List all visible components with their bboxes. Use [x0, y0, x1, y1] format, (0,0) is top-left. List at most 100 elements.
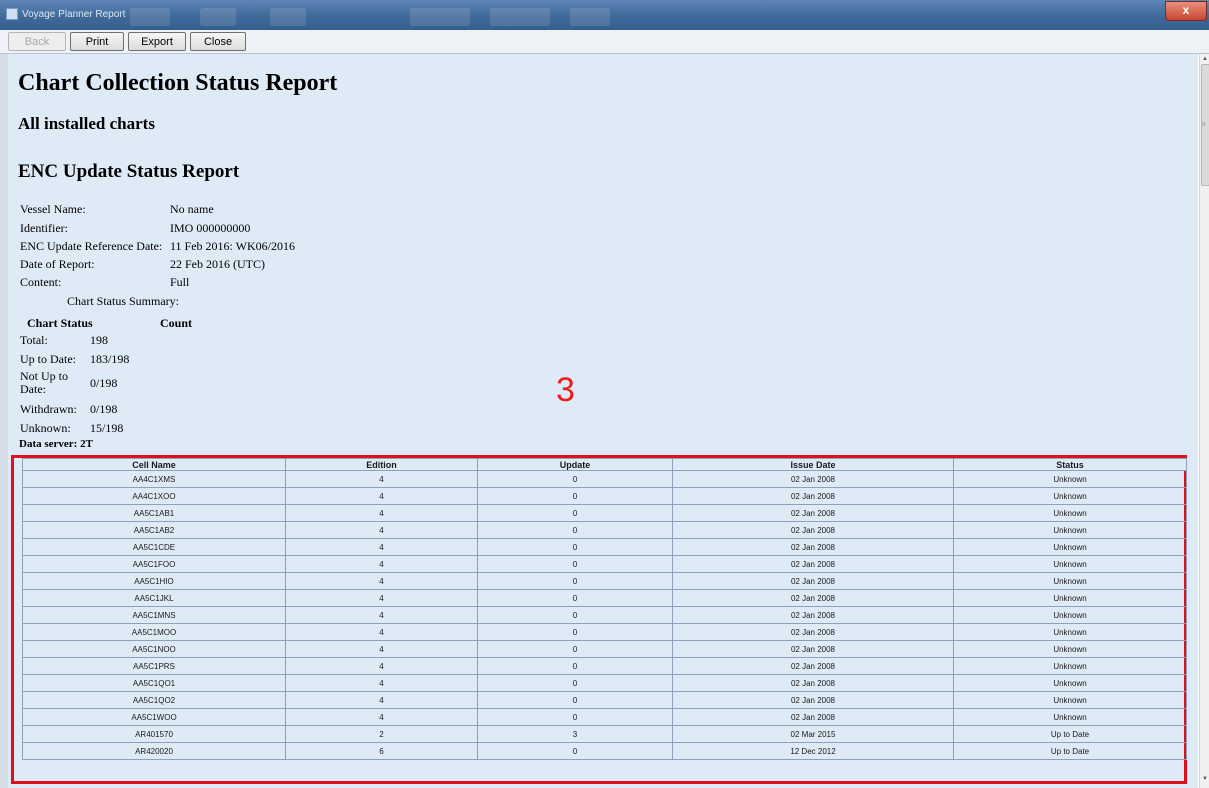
table-cell-cell-name: AA5C1NOO — [22, 640, 286, 658]
table-cell-update: 0 — [477, 470, 673, 488]
table-cell-issue-date: 02 Jan 2008 — [672, 674, 954, 692]
column-header-status[interactable]: Status — [953, 458, 1187, 471]
left-border — [0, 54, 8, 788]
table-row[interactable]: AA5C1PRS 4 0 02 Jan 2008 Unknown — [22, 657, 1187, 675]
table-cell-update: 3 — [477, 725, 673, 743]
table-cell-cell-name: AA5C1CDE — [22, 538, 286, 556]
table-cell-status: Unknown — [953, 606, 1187, 624]
print-button[interactable]: Print — [70, 32, 124, 51]
field-value-vessel-name: No name — [170, 202, 214, 216]
column-header-update[interactable]: Update — [477, 458, 673, 471]
export-button[interactable]: Export — [128, 32, 186, 51]
table-cell-update: 0 — [477, 742, 673, 760]
window-close-button[interactable]: x — [1165, 1, 1207, 21]
table-row[interactable]: AA5C1CDE 4 0 02 Jan 2008 Unknown — [22, 538, 1187, 556]
table-cell-cell-name: AA5C1AB1 — [22, 504, 286, 522]
table-cell-edition: 4 — [285, 555, 478, 573]
summary-label-unknown: Unknown: — [20, 421, 71, 435]
table-cell-edition: 4 — [285, 657, 478, 675]
table-row[interactable]: AA5C1QO1 4 0 02 Jan 2008 Unknown — [22, 674, 1187, 692]
report-view: Chart Collection Status Report All insta… — [8, 54, 1198, 788]
table-cell-update: 0 — [477, 640, 673, 658]
table-row[interactable]: AA4C1XMS 4 0 02 Jan 2008 Unknown — [22, 470, 1187, 488]
close-button[interactable]: Close — [190, 32, 246, 51]
column-header-issue-date[interactable]: Issue Date — [672, 458, 954, 471]
table-cell-status: Unknown — [953, 572, 1187, 590]
table-cell-status: Unknown — [953, 708, 1187, 726]
table-cell-edition: 4 — [285, 674, 478, 692]
table-cell-status: Up to Date — [953, 742, 1187, 760]
table-cell-issue-date: 02 Jan 2008 — [672, 470, 954, 488]
table-cell-edition: 4 — [285, 487, 478, 505]
field-value-identifier: IMO 000000000 — [170, 221, 251, 235]
table-row[interactable]: AR401570 2 3 02 Mar 2015 Up to Date — [22, 725, 1187, 743]
section-heading: ENC Update Status Report — [18, 161, 240, 182]
table-row[interactable]: AA5C1QO2 4 0 02 Jan 2008 Unknown — [22, 691, 1187, 709]
table-cell-update: 0 — [477, 708, 673, 726]
column-header-cell-name[interactable]: Cell Name — [22, 458, 286, 471]
scroll-down-arrow-icon[interactable]: ▼ — [1202, 776, 1208, 782]
table-row[interactable]: AA5C1JKL 4 0 02 Jan 2008 Unknown — [22, 589, 1187, 607]
table-cell-edition: 4 — [285, 538, 478, 556]
table-cell-cell-name: AA5C1QO1 — [22, 674, 286, 692]
field-value-content: Full — [170, 275, 190, 289]
table-row[interactable]: AA5C1HIO 4 0 02 Jan 2008 Unknown — [22, 572, 1187, 590]
table-cell-issue-date: 02 Mar 2015 — [672, 725, 954, 743]
table-row[interactable]: AA5C1WOO 4 0 02 Jan 2008 Unknown — [22, 708, 1187, 726]
background-toolbar-ghost — [490, 8, 550, 26]
table-row[interactable]: AA5C1AB1 4 0 02 Jan 2008 Unknown — [22, 504, 1187, 522]
scroll-up-arrow-icon[interactable]: ▲ — [1202, 56, 1208, 62]
table-cell-update: 0 — [477, 504, 673, 522]
table-row[interactable]: AA5C1FOO 4 0 02 Jan 2008 Unknown — [22, 555, 1187, 573]
table-cell-issue-date: 02 Jan 2008 — [672, 623, 954, 641]
table-row[interactable]: AA4C1XOO 4 0 02 Jan 2008 Unknown — [22, 487, 1187, 505]
table-cell-cell-name: AA5C1FOO — [22, 555, 286, 573]
summary-value-not-up-to-date: 0/198 — [90, 376, 118, 390]
table-cell-status: Unknown — [953, 623, 1187, 641]
table-cell-status: Unknown — [953, 487, 1187, 505]
table-cell-cell-name: AR420020 — [22, 742, 286, 760]
table-cell-update: 0 — [477, 521, 673, 539]
table-cell-edition: 2 — [285, 725, 478, 743]
table-cell-update: 0 — [477, 538, 673, 556]
summary-value-withdrawn: 0/198 — [90, 402, 118, 416]
field-label-content: Content: — [20, 275, 62, 289]
summary-value-up-to-date: 183/198 — [90, 352, 130, 366]
data-server-label: Data server: 2T — [19, 438, 93, 450]
scrollbar-grip-icon: ≡ — [1202, 122, 1206, 128]
table-cell-cell-name: AA4C1XOO — [22, 487, 286, 505]
table-row[interactable]: AA5C1MNS 4 0 02 Jan 2008 Unknown — [22, 606, 1187, 624]
background-toolbar-ghost — [200, 8, 236, 26]
back-button[interactable]: Back — [8, 32, 66, 51]
table-cell-issue-date: 02 Jan 2008 — [672, 555, 954, 573]
table-cell-edition: 4 — [285, 623, 478, 641]
annotation-number: 3 — [556, 371, 575, 409]
table-cell-issue-date: 02 Jan 2008 — [672, 606, 954, 624]
table-cell-issue-date: 02 Jan 2008 — [672, 691, 954, 709]
summary-header-count: Count — [160, 316, 193, 330]
table-cell-update: 0 — [477, 572, 673, 590]
column-header-edition[interactable]: Edition — [285, 458, 478, 471]
table-row[interactable]: AA5C1MOO 4 0 02 Jan 2008 Unknown — [22, 623, 1187, 641]
table-cell-cell-name: AA5C1PRS — [22, 657, 286, 675]
table-cell-issue-date: 02 Jan 2008 — [672, 504, 954, 522]
table-cell-cell-name: AA5C1HIO — [22, 572, 286, 590]
table-cell-edition: 4 — [285, 572, 478, 590]
highlight-frame: Cell Name Edition Update Issue Date Stat… — [11, 455, 1187, 784]
table-cell-status: Unknown — [953, 504, 1187, 522]
vertical-scrollbar[interactable]: ▲ ≡ ▼ — [1199, 54, 1209, 788]
field-label-reference-date: ENC Update Reference Date: — [20, 239, 163, 253]
table-row[interactable]: AR420020 6 0 12 Dec 2012 Up to Date — [22, 742, 1187, 760]
table-cell-status: Unknown — [953, 470, 1187, 488]
table-row[interactable]: AA5C1AB2 4 0 02 Jan 2008 Unknown — [22, 521, 1187, 539]
table-row[interactable]: AA5C1NOO 4 0 02 Jan 2008 Unknown — [22, 640, 1187, 658]
table-cell-status: Unknown — [953, 640, 1187, 658]
table-cell-status: Unknown — [953, 555, 1187, 573]
table-cell-cell-name: AA5C1WOO — [22, 708, 286, 726]
summary-value-unknown: 15/198 — [90, 421, 124, 435]
background-toolbar-ghost — [130, 8, 170, 26]
table-cell-issue-date: 02 Jan 2008 — [672, 708, 954, 726]
table-cell-issue-date: 02 Jan 2008 — [672, 521, 954, 539]
app-icon — [6, 8, 18, 20]
table-cell-issue-date: 12 Dec 2012 — [672, 742, 954, 760]
